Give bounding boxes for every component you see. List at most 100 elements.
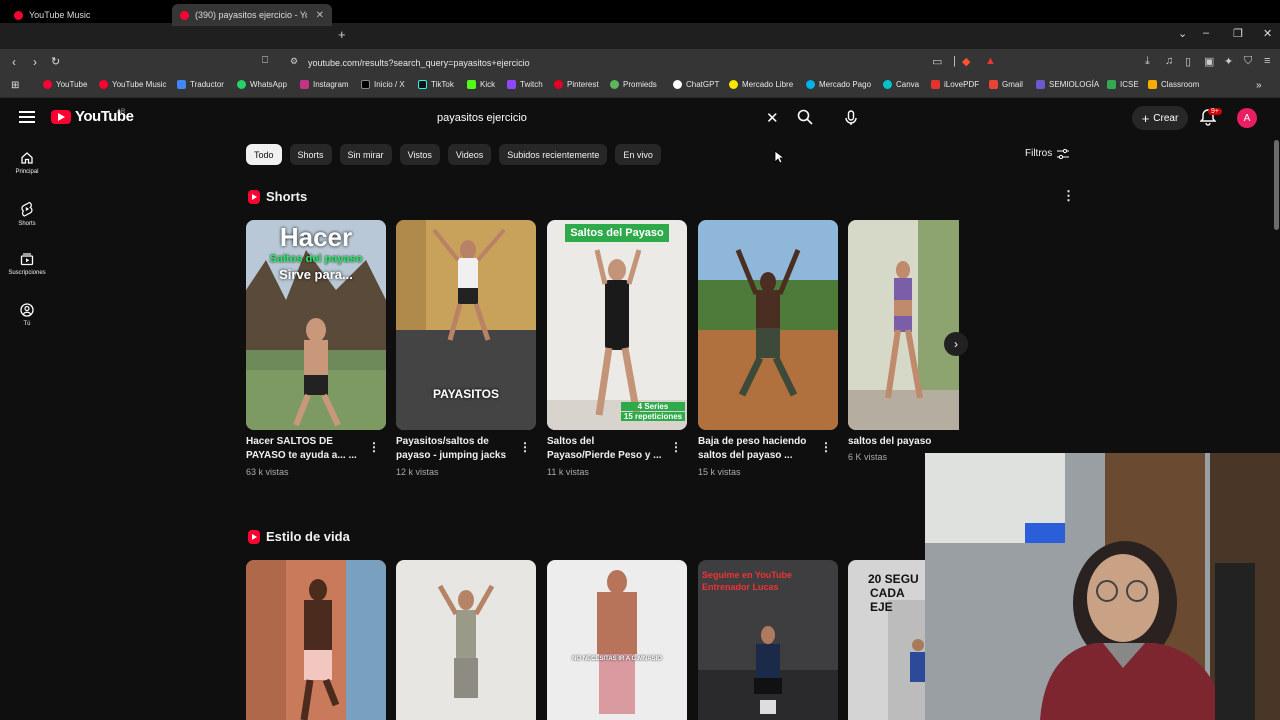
create-button[interactable]: + Crear bbox=[1132, 106, 1188, 130]
menu-icon[interactable]: ≡ bbox=[1264, 55, 1270, 67]
bookmark-x[interactable]: Inicio / X bbox=[361, 80, 405, 89]
search-icon[interactable] bbox=[797, 109, 813, 130]
vpn-icon[interactable]: ⛉ bbox=[1244, 55, 1252, 68]
lifestyle-thumbnail-3[interactable]: NO NECESITAS IR A GIMNASIO bbox=[547, 560, 687, 720]
browser-tab-youtube-music[interactable]: YouTube Music bbox=[6, 4, 170, 26]
bookmark-canva[interactable]: Canva bbox=[883, 80, 919, 89]
sidebar-item-shorts[interactable]: Shorts bbox=[0, 201, 54, 227]
bookmark-youtube[interactable]: YouTube bbox=[43, 80, 87, 89]
bookmark-whatsapp[interactable]: WhatsApp bbox=[237, 80, 287, 89]
short-title[interactable]: Saltos del Payaso/Pierde Peso y ... bbox=[547, 435, 663, 463]
chip-subidos-recientemente[interactable]: Subidos recientemente bbox=[499, 144, 608, 165]
bookmark-mercado-libre[interactable]: Mercado Libre bbox=[729, 80, 793, 89]
sidebar-item-suscripciones[interactable]: Suscripciones bbox=[0, 252, 54, 276]
bookmark-semiologia[interactable]: SEMIOLOGÍA bbox=[1036, 80, 1099, 89]
avatar[interactable]: A bbox=[1237, 108, 1257, 128]
bookmark-label: Mercado Pago bbox=[819, 80, 872, 89]
lifestyle-thumbnail-4[interactable]: Seguime en YouTube Entrenador Lucas bbox=[698, 560, 838, 720]
minimize-icon[interactable]: – bbox=[1203, 27, 1209, 39]
browser-tab-active[interactable]: (390) payasitos ejercicio - YouTu ✕ bbox=[172, 4, 332, 26]
close-tab-icon[interactable]: ✕ bbox=[316, 10, 324, 21]
forward-icon[interactable]: › bbox=[33, 55, 37, 69]
url-field[interactable]: youtube.com/results?search_query=payasit… bbox=[280, 52, 1000, 73]
section-more-icon[interactable]: ⋮ bbox=[1062, 188, 1075, 204]
chip-vistos[interactable]: Vistos bbox=[399, 144, 440, 165]
icse-icon bbox=[1107, 80, 1116, 89]
bookmarks-overflow-icon[interactable]: » bbox=[1256, 80, 1262, 91]
short-views: 15 k vistas bbox=[698, 467, 741, 477]
filters-button[interactable]: Filtros bbox=[1025, 148, 1070, 159]
bookmark-ilovepdf[interactable]: iLovePDF bbox=[931, 80, 979, 89]
short-more-icon[interactable]: ⋮ bbox=[519, 440, 531, 454]
short-title[interactable]: Baja de peso haciendo saltos del payaso … bbox=[698, 435, 814, 463]
bookmark-instagram[interactable]: Instagram bbox=[300, 80, 349, 89]
microphone-icon[interactable] bbox=[838, 105, 864, 131]
chip-todo[interactable]: Todo bbox=[246, 144, 282, 165]
back-icon[interactable]: ‹ bbox=[12, 55, 16, 69]
lifestyle-thumbnail-2[interactable] bbox=[396, 560, 536, 720]
short-title[interactable]: saltos del payaso bbox=[848, 435, 964, 449]
carousel-next-button[interactable]: › bbox=[944, 332, 968, 356]
short-thumbnail-1[interactable]: Hacer Saltos del payaso Sirve para... bbox=[246, 220, 386, 430]
short-thumbnail-4[interactable] bbox=[698, 220, 838, 430]
cast-icon[interactable]: ▭ bbox=[932, 55, 942, 68]
tab-search-chevron-icon[interactable]: ⌄ bbox=[1178, 27, 1187, 40]
bookmark-tiktok[interactable]: TikTok bbox=[418, 80, 454, 89]
short-more-icon[interactable]: ⋮ bbox=[368, 440, 380, 454]
media-icon[interactable]: ♫ bbox=[1165, 55, 1173, 67]
bookmark-traductor[interactable]: Traductor bbox=[177, 80, 224, 89]
short-thumbnail-2[interactable]: PAYASITOS bbox=[396, 220, 536, 430]
menu-hamburger-icon[interactable] bbox=[19, 111, 35, 123]
chip-en-vivo[interactable]: En vivo bbox=[615, 144, 661, 165]
downloads-icon[interactable]: ⤓ bbox=[1145, 55, 1150, 68]
shorts-logo-icon bbox=[248, 529, 260, 544]
brave-shield-icon[interactable]: ◆ bbox=[962, 55, 970, 68]
thumbnail-overlay-text: 4 Series bbox=[621, 402, 685, 411]
short-title[interactable]: Payasitos/saltos de payaso - jumping jac… bbox=[396, 435, 512, 463]
chip-shorts[interactable]: Shorts bbox=[289, 144, 332, 165]
bookmark-classroom[interactable]: Classroom bbox=[1148, 80, 1199, 89]
restore-icon[interactable]: ❐ bbox=[1233, 27, 1243, 40]
brave-rewards-icon[interactable]: ▲ bbox=[985, 55, 996, 67]
bookmark-promieds[interactable]: Promieds bbox=[610, 80, 657, 89]
short-thumbnail-3[interactable]: Saltos del Payaso 4 Series 15 repeticion… bbox=[547, 220, 687, 430]
short-more-icon[interactable]: ⋮ bbox=[670, 440, 682, 454]
bookmark-label: Twitch bbox=[520, 80, 543, 89]
youtube-logo[interactable]: YouTube AR bbox=[51, 108, 134, 125]
youtube-play-icon bbox=[51, 109, 71, 124]
bookmark-icse[interactable]: ICSE bbox=[1107, 80, 1139, 89]
short-more-icon[interactable]: ⋮ bbox=[820, 440, 832, 454]
bookmark-youtube-music[interactable]: YouTube Music bbox=[99, 80, 167, 89]
bookmark-twitch[interactable]: Twitch bbox=[507, 80, 543, 89]
chip-videos[interactable]: Videos bbox=[447, 144, 492, 165]
lifestyle-thumbnail-5[interactable]: 20 SEGU CADA EJE bbox=[848, 560, 925, 720]
extensions-icon[interactable]: ✦ bbox=[1224, 55, 1233, 68]
country-code: AR bbox=[117, 109, 126, 115]
close-window-icon[interactable]: ✕ bbox=[1263, 27, 1272, 40]
wallet-icon[interactable]: ▣ bbox=[1204, 55, 1214, 68]
chip-sin-mirar[interactable]: Sin mirar bbox=[339, 144, 392, 165]
new-tab-icon[interactable]: + bbox=[338, 27, 346, 42]
apps-grid-icon[interactable]: ⊞ bbox=[11, 80, 19, 91]
sidebar-item-tu[interactable]: Tú bbox=[0, 303, 54, 327]
reload-icon[interactable]: ↻ bbox=[51, 55, 60, 68]
bookmark-page-icon[interactable]: ⎕ bbox=[262, 55, 268, 66]
sidebar-item-principal[interactable]: Principal bbox=[0, 151, 54, 175]
page-scrollbar[interactable] bbox=[1274, 140, 1279, 230]
short-title[interactable]: Hacer SALTOS DE PAYASO te ayuda a... ... bbox=[246, 435, 362, 463]
bookmark-label: ChatGPT bbox=[686, 80, 720, 89]
search-input[interactable]: payasitos ejercicio bbox=[427, 105, 791, 131]
clear-search-icon[interactable]: ✕ bbox=[766, 109, 779, 127]
bookmark-label: Canva bbox=[896, 80, 920, 89]
bookmark-gmail[interactable]: Gmail bbox=[989, 80, 1023, 89]
gmail-icon bbox=[989, 80, 998, 89]
bookmark-kick[interactable]: Kick bbox=[467, 80, 495, 89]
tab-label: (390) payasitos ejercicio - YouTu bbox=[195, 10, 307, 20]
bookmark-pinterest[interactable]: Pinterest bbox=[554, 80, 599, 89]
bookmark-label: YouTube Music bbox=[112, 80, 167, 89]
lifestyle-thumbnail-1[interactable] bbox=[246, 560, 386, 720]
bookmark-chatgpt[interactable]: ChatGPT bbox=[673, 80, 719, 89]
sidebar-toggle-icon[interactable]: ▯ bbox=[1185, 55, 1191, 68]
bookmark-mercado-pago[interactable]: Mercado Pago bbox=[806, 80, 871, 89]
short-thumbnail-5[interactable] bbox=[848, 220, 959, 430]
